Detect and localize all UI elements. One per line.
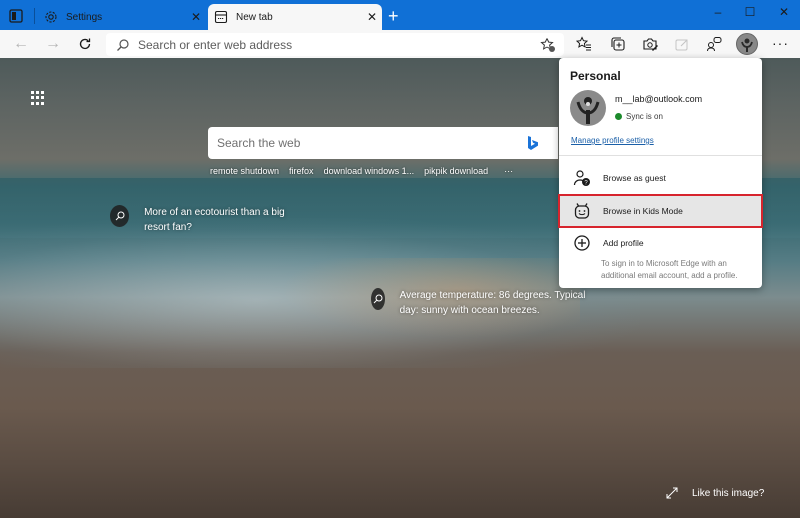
back-button[interactable]: ← [10,34,32,54]
browse-in-kids-mode-item[interactable]: Browse in Kids Mode [558,194,763,228]
add-profile-item[interactable]: Add profile [559,232,762,254]
profile-name: Personal [570,69,621,83]
tab-new-tab[interactable]: New tab ✕ [208,4,382,30]
close-tab-icon[interactable]: ✕ [362,10,382,24]
sync-label: Sync is on [626,112,663,121]
search-icon [117,38,129,51]
refresh-icon [79,38,91,50]
avatar-icon [741,38,753,52]
tab-actions-icon[interactable] [8,8,24,24]
add-favorite-icon[interactable] [540,37,556,53]
like-image-button[interactable]: Like this image? [666,487,764,499]
quick-link[interactable]: remote shutdown [210,166,279,176]
profile-picture [570,90,606,126]
quick-link[interactable]: firefox [289,166,314,176]
menu-item-label: Add profile [603,238,644,248]
guest-icon: ? [573,169,591,187]
image-hotspot[interactable]: More of an ecotourist than a big resort … [110,205,310,235]
forward-button[interactable]: → [42,34,64,54]
profile-email: m__lab@outlook.com [615,94,703,104]
tab-settings[interactable]: Settings ✕ [38,4,206,30]
menu-item-label: Browse as guest [603,173,666,183]
address-placeholder: Search or enter web address [138,37,293,52]
arrow-right-icon: → [45,35,61,52]
arrow-left-icon: ← [13,35,29,52]
search-icon [110,205,130,227]
share-icon[interactable] [674,36,690,52]
quick-link[interactable]: pikpik download [424,166,488,176]
new-tab-button[interactable]: + [388,6,404,26]
toolbar: ← → Search or enter web address ··· [0,30,800,58]
profile-menu: Personal m__lab@outlook.com Sync is on M… [558,58,763,288]
feedback-icon[interactable] [706,36,722,52]
browse-as-guest-item[interactable]: ? Browse as guest [559,165,762,191]
quick-links-more[interactable]: ··· [504,166,513,176]
like-image-label: Like this image? [692,487,765,499]
profile-avatar-button[interactable] [736,33,758,55]
web-capture-icon[interactable] [642,36,658,52]
close-tab-icon[interactable]: ✕ [186,10,206,24]
expand-icon [666,487,678,499]
app-launcher-icon[interactable] [31,91,45,105]
kids-mode-icon [573,202,591,220]
collections-icon[interactable] [610,36,626,52]
newtab-icon [214,10,228,24]
hotspot-text: More of an ecotourist than a big resort … [144,207,285,233]
web-search-placeholder: Search the web [217,136,301,150]
sync-status: Sync is on [615,112,663,121]
settings-more-button[interactable]: ··· [772,35,789,51]
search-icon [371,288,385,310]
quick-links: remote shutdown firefox download windows… [210,166,513,176]
tab-label: New tab [236,11,273,23]
title-bar: Settings ✕ New tab ✕ + – ☐ ✕ [0,0,800,30]
bing-icon[interactable] [526,135,540,151]
close-window-button[interactable]: ✕ [764,0,800,24]
sync-check-icon [615,113,622,120]
quick-link[interactable]: download windows 1... [324,166,415,176]
image-hotspot[interactable]: Average temperature: 86 degrees. Typical… [371,288,603,318]
manage-profile-link[interactable]: Manage profile settings [571,136,654,145]
add-icon [573,234,591,252]
hotspot-text: Average temperature: 86 degrees. Typical… [399,290,586,316]
menu-divider [559,155,762,156]
refresh-button[interactable] [74,34,96,54]
menu-item-label: Browse in Kids Mode [603,206,683,216]
web-search-box[interactable]: Search the web [208,127,558,159]
favorites-icon[interactable] [576,36,592,52]
tab-separator [34,8,35,24]
address-bar[interactable]: Search or enter web address [106,33,564,56]
add-profile-description: To sign in to Microsoft Edge with an add… [601,259,738,280]
tab-label: Settings [66,11,103,23]
gear-icon [44,10,58,24]
